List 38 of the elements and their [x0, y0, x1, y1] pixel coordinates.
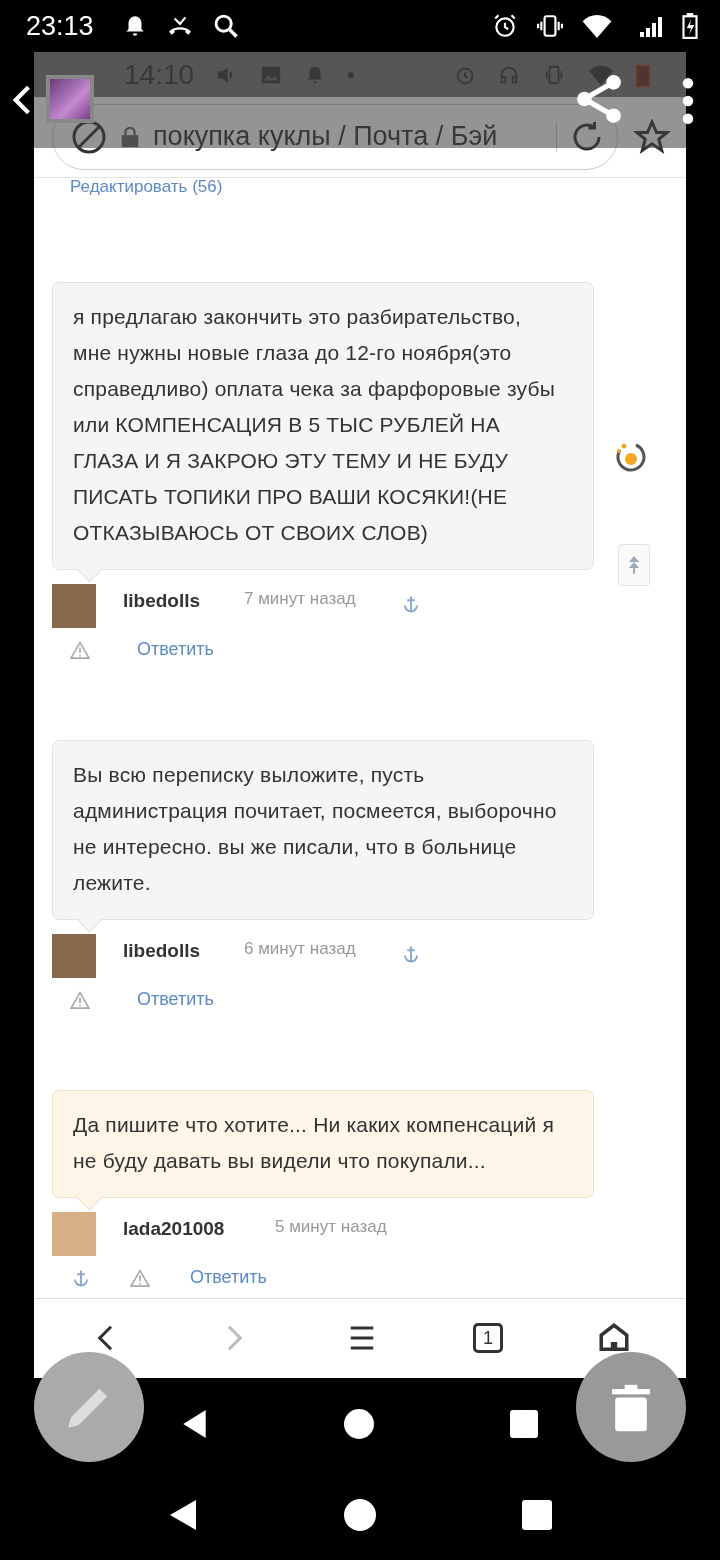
dot-icon: [348, 71, 355, 78]
wifi-icon: [582, 14, 612, 38]
comment-text: я предлагаю закончить это разбирательство, мне нужны новые глаза до 12-го ноября(это справедливо) оплата чека за фарфоровые зубы или КОМПЕНСАЦИЯ В 5 ТЫС РУБЛЕЙ НА ГЛАЗА И Я ЗАКРОЮ ЭТУ ТЕМУ И НЕ БУДУ ПИСАТЬ ТОПИКИ ПРО ВАШИ КОСЯКИ!(НЕ ОТКАЗЫВАЮСЬ ОТ СВОИХ СЛОВ): [73, 303, 556, 546]
status-time: 23:13: [26, 10, 94, 42]
back-nav-icon[interactable]: [182, 1409, 208, 1439]
comment-time: 5 минут назад: [275, 1216, 388, 1237]
battery-charging-icon: [682, 13, 698, 39]
alarm-clock-icon: [492, 13, 518, 39]
more-options-icon[interactable]: [682, 78, 694, 124]
star-icon[interactable]: [634, 118, 670, 155]
edit-link[interactable]: Редактировать (56): [70, 179, 223, 194]
double-arrow-up-icon: [628, 555, 640, 575]
trash-icon: [612, 1382, 650, 1432]
home-nav-icon[interactable]: [344, 1409, 374, 1439]
home-nav-icon[interactable]: [344, 1499, 376, 1531]
lock-icon: [119, 124, 141, 149]
avatar-placeholder: [52, 1211, 96, 1256]
avatar-placeholder: [52, 583, 96, 628]
avatar-placeholder: [52, 933, 96, 978]
comment-text: Да пишите что хотите... Ни каких компенсаций я не буду давать вы видели что покупали...: [73, 1111, 555, 1174]
wifi-icon: [588, 64, 614, 85]
url-text: покупка куклы / Почта / Бэй: [153, 121, 499, 153]
share-icon[interactable]: [574, 74, 624, 124]
reply-link[interactable]: Ответить: [137, 989, 214, 1011]
comment-time: 7 минут назад: [244, 588, 357, 609]
back-nav-icon[interactable]: [168, 1499, 198, 1531]
author-name[interactable]: libedolls: [123, 589, 217, 612]
ad-block-icon: [71, 118, 107, 155]
vibrate-icon: [536, 13, 564, 39]
comment-time: 6 минут назад: [244, 938, 357, 959]
app-icon[interactable]: [46, 75, 94, 123]
tabs-button[interactable]: 1: [473, 1323, 503, 1354]
reply-link[interactable]: Ответить: [190, 1267, 267, 1289]
reply-link[interactable]: Ответить: [137, 639, 214, 661]
author-name[interactable]: lada201008: [123, 1217, 248, 1240]
comment-text: Вы всю переписку выложите, пусть администрация почитает, посмеется, выборочно не интересно. вы же писали, что в больнице лежите.: [73, 761, 558, 896]
battery-icon: [636, 62, 650, 87]
author-name[interactable]: libedolls: [123, 939, 217, 962]
